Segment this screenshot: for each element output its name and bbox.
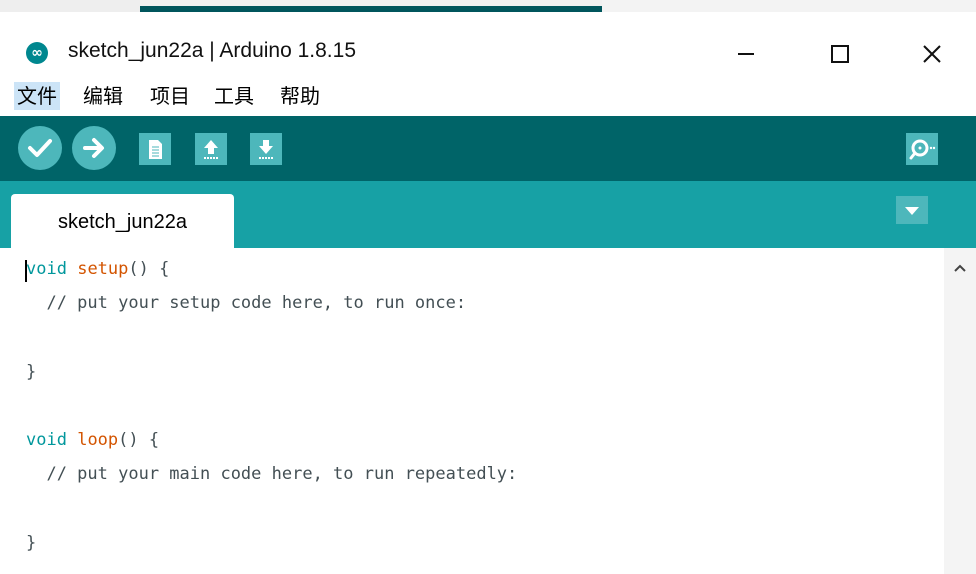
open-button[interactable] xyxy=(195,133,227,165)
code-text: () { xyxy=(128,259,170,279)
scroll-up-icon[interactable] xyxy=(944,252,976,284)
menu-file[interactable]: 文件 xyxy=(14,82,60,110)
menu-help[interactable]: 帮助 xyxy=(277,82,323,110)
menu-bar: 文件 编辑 项目 工具 帮助 xyxy=(0,78,976,114)
tab-menu-icon xyxy=(905,207,919,215)
save-icon xyxy=(259,140,273,159)
serial-monitor-icon xyxy=(909,139,936,160)
menu-edit[interactable]: 编辑 xyxy=(80,82,126,110)
tab-bar: sketch_jun22a xyxy=(0,181,976,248)
close-button[interactable] xyxy=(910,32,954,76)
save-button[interactable] xyxy=(250,133,282,165)
code-line: } xyxy=(26,533,37,553)
menu-sketch[interactable]: 项目 xyxy=(147,82,193,110)
toolbar xyxy=(0,116,976,181)
arduino-infinity-icon: ∞ xyxy=(26,42,48,64)
top-strip-left xyxy=(0,0,140,12)
minimize-icon xyxy=(738,53,754,55)
verify-button[interactable] xyxy=(18,126,62,170)
maximize-icon xyxy=(831,45,849,63)
tab-sketch[interactable]: sketch_jun22a xyxy=(11,194,234,248)
code-text: () { xyxy=(118,430,160,450)
code-line: // put your main code here, to run repea… xyxy=(26,464,518,484)
code-line: void setup() { xyxy=(26,259,169,279)
minimize-button[interactable] xyxy=(724,32,768,76)
code-line: } xyxy=(26,362,37,382)
upload-button[interactable] xyxy=(72,126,116,170)
new-button[interactable] xyxy=(139,133,171,165)
title-bar: ∞ sketch_jun22a | Arduino 1.8.15 xyxy=(0,12,976,78)
window-title: sketch_jun22a | Arduino 1.8.15 xyxy=(68,39,357,62)
vertical-scrollbar[interactable] xyxy=(944,248,976,574)
code-keyword: void xyxy=(26,430,67,450)
close-icon xyxy=(923,45,941,63)
serial-monitor-button[interactable] xyxy=(906,133,938,165)
code-keyword: void xyxy=(26,259,67,279)
maximize-button[interactable] xyxy=(818,32,862,76)
new-icon xyxy=(149,140,162,159)
window-top-strip xyxy=(0,0,976,12)
top-strip-right xyxy=(602,0,976,12)
code-function: loop xyxy=(77,430,119,450)
code-line: void loop() { xyxy=(26,430,159,450)
verify-icon xyxy=(28,139,52,157)
code-function: setup xyxy=(77,259,129,279)
tab-menu-button[interactable] xyxy=(896,196,928,224)
open-icon xyxy=(204,140,218,159)
tab-label: sketch_jun22a xyxy=(58,211,187,233)
menu-tools[interactable]: 工具 xyxy=(211,82,257,110)
code-line: // put your setup code here, to run once… xyxy=(26,293,467,313)
upload-icon xyxy=(83,138,104,158)
